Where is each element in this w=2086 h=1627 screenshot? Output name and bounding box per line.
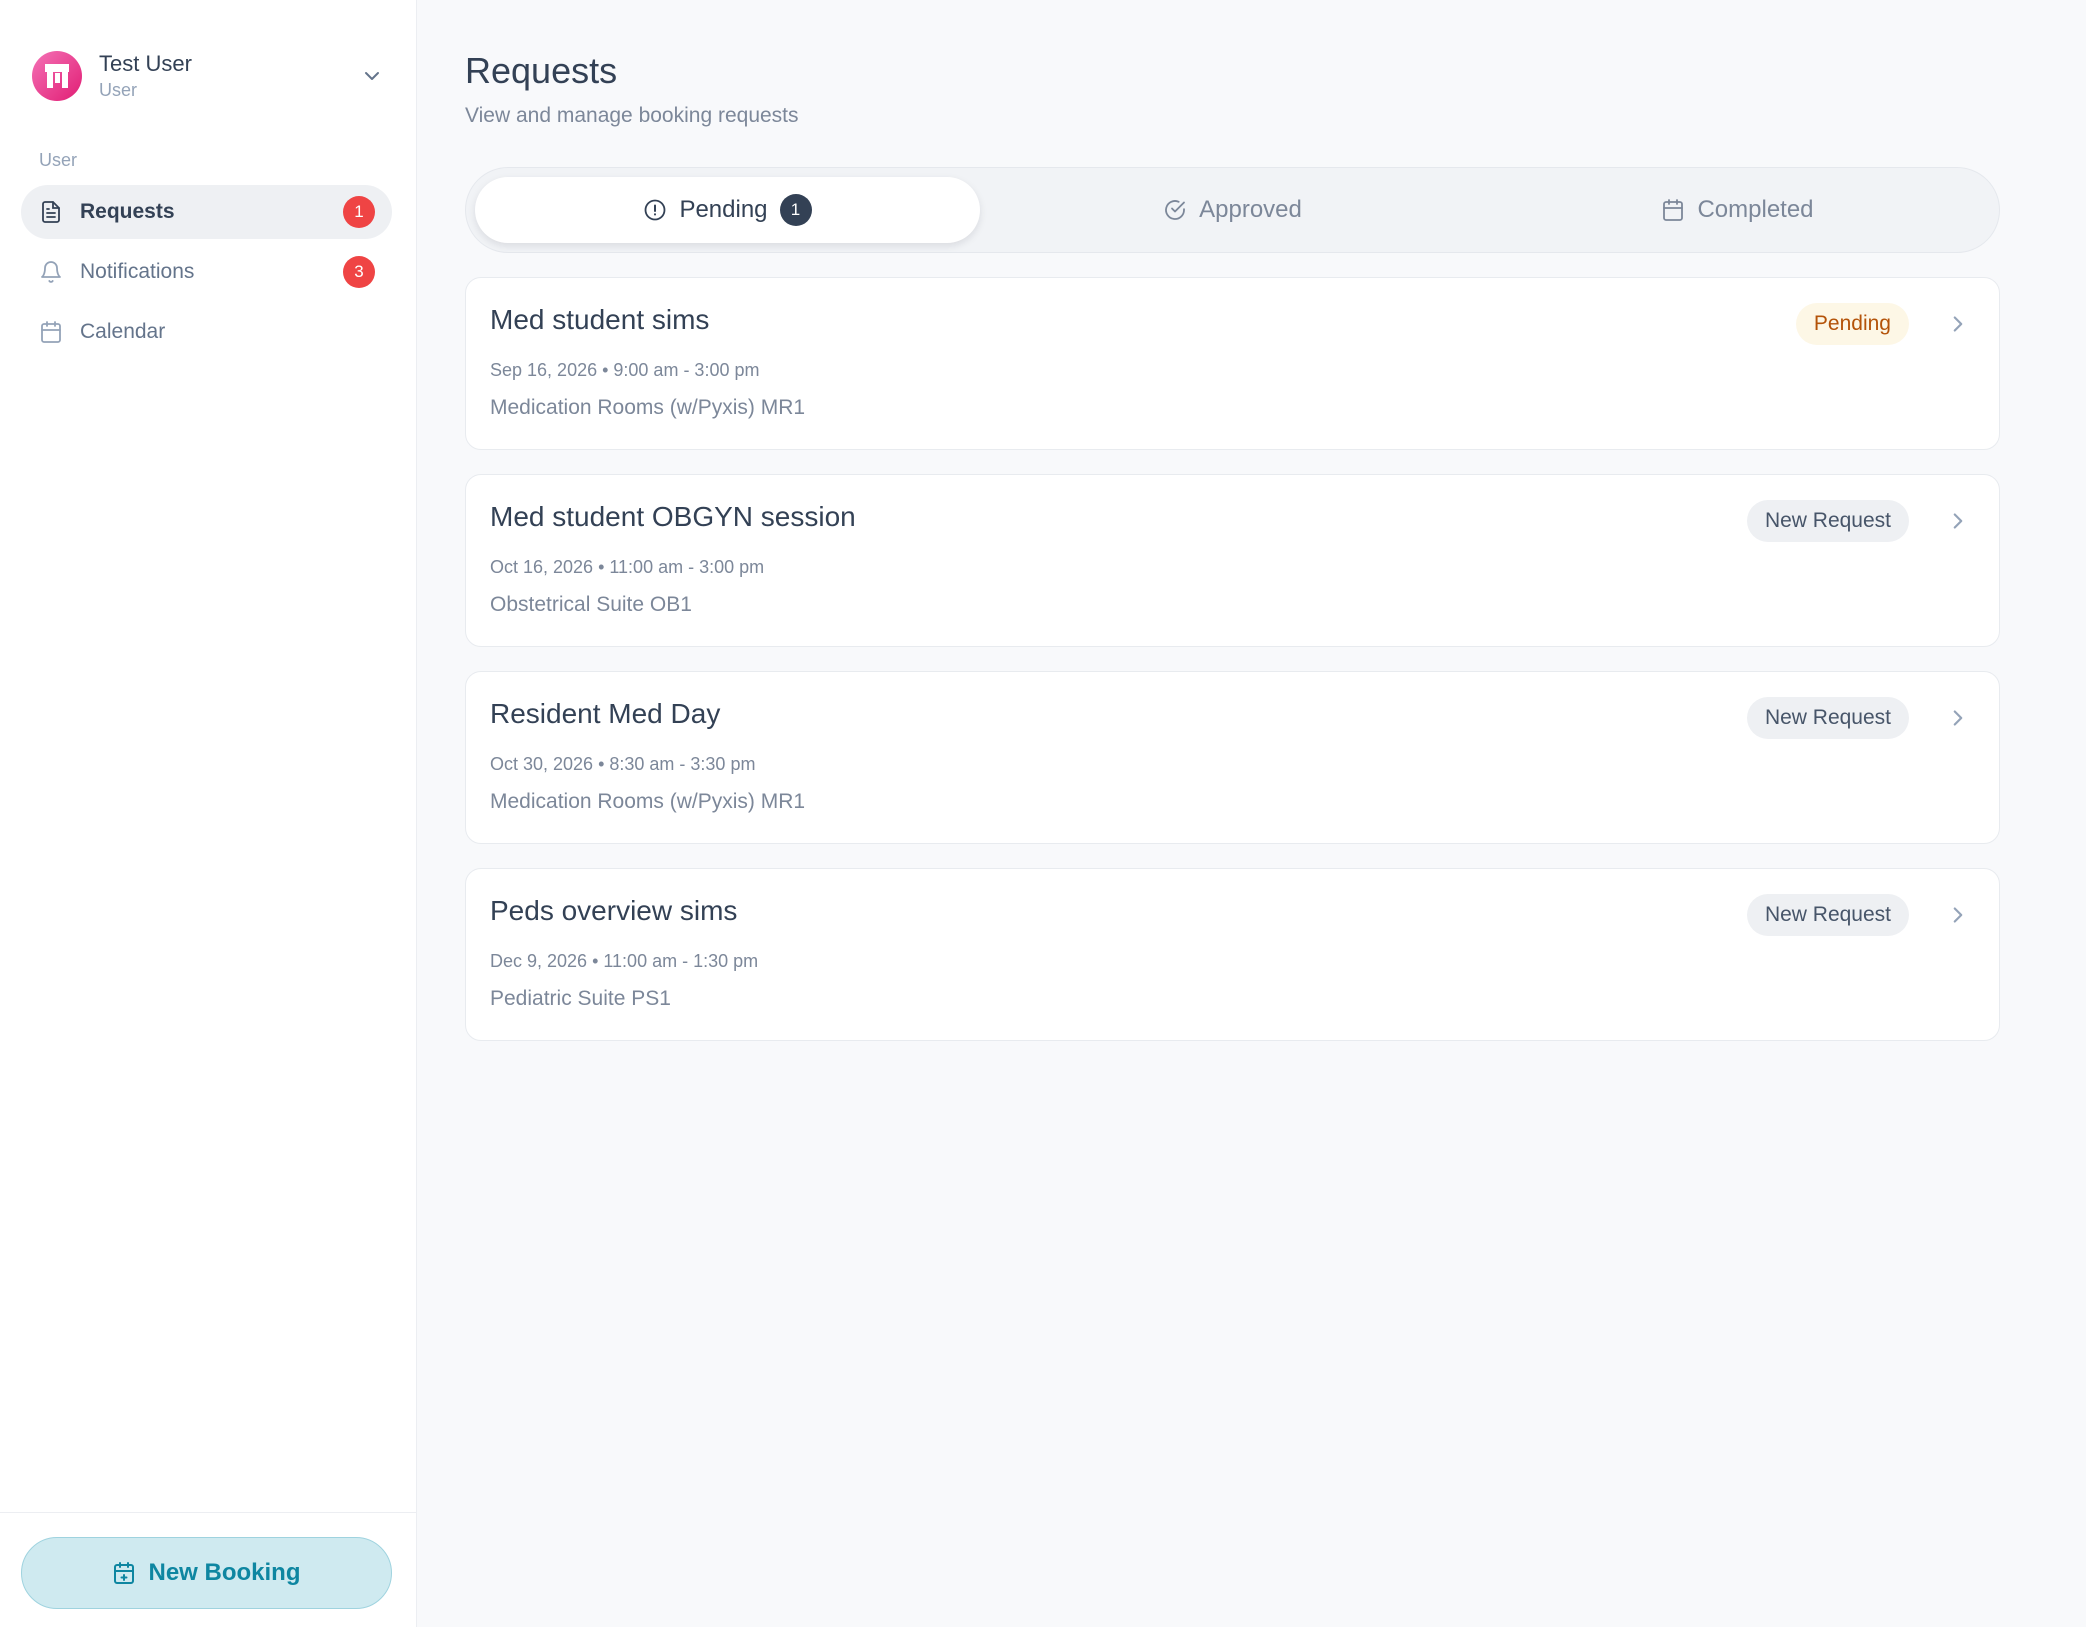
check-circle-icon [1165,200,1186,220]
request-datetime: Oct 30, 2026 • 8:30 am - 3:30 pm [490,754,756,774]
page-subtitle: View and manage booking requests [465,104,799,127]
user-info: Test User User [99,50,360,102]
alert-circle-icon [645,199,666,221]
sidebar-item-notifications[interactable]: Notifications 3 [21,245,392,299]
sidebar-footer: New Booking [0,1512,416,1627]
bell-icon [41,261,61,283]
tab-approved[interactable]: Approved [980,177,1485,243]
sidebar-item-label: Calendar [80,320,166,343]
request-location: Medication Rooms (w/Pyxis) MR1 [490,396,806,419]
status-badge: New Request [1746,894,1909,936]
request-card[interactable]: Resident Med Day Oct 30, 2026 • 8:30 am … [465,671,2000,844]
page-title: Requests [465,50,618,91]
logo-icon [45,64,69,88]
request-datetime: Oct 16, 2026 • 11:00 am - 3:00 pm [490,557,765,577]
request-datetime: Sep 16, 2026 • 9:00 am - 3:00 pm [490,360,760,380]
new-booking-label: New Booking [148,1559,301,1586]
chevron-right-icon[interactable] [1945,705,1971,731]
chevron-right-icon[interactable] [1945,508,1971,534]
user-name: Test User [99,51,192,76]
request-title: Med student sims [490,304,710,335]
file-text-icon [42,201,60,223]
sidebar-item-label: Requests [80,200,175,223]
request-datetime: Dec 9, 2026 • 11:00 am - 1:30 pm [490,951,759,971]
chevron-right-icon[interactable] [1945,311,1971,337]
requests-count-badge: 1 [343,196,375,228]
tab-completed[interactable]: Completed [1485,177,1990,243]
sidebar-item-label: Notifications [80,260,195,283]
avatar [32,51,82,101]
calendar-icon [41,321,61,343]
status-badge: Pending [1795,303,1909,345]
request-title: Med student OBGYN session [490,501,856,532]
tab-pending[interactable]: Pending 1 [475,177,980,243]
calendar-plus-icon [114,1562,135,1584]
tab-label: Approved [1199,196,1302,223]
request-card[interactable]: Peds overview sims Dec 9, 2026 • 11:00 a… [465,868,2000,1041]
user-menu[interactable]: Test User User [32,48,384,104]
request-card[interactable]: Med student OBGYN session Oct 16, 2026 •… [465,474,2000,647]
request-location: Medication Rooms (w/Pyxis) MR1 [490,790,806,813]
sidebar: Test User User User Requests 1 Notificat… [0,0,417,1627]
sidebar-item-requests[interactable]: Requests 1 [21,185,392,239]
status-badge: New Request [1746,697,1909,739]
tab-label: Pending [679,196,768,223]
request-title: Resident Med Day [490,698,721,729]
tab-label: Completed [1697,196,1814,223]
status-badge: New Request [1746,500,1909,542]
request-title: Peds overview sims [490,895,738,926]
user-role: User [99,80,138,100]
calendar-icon [1663,199,1684,221]
chevron-down-icon[interactable] [360,64,384,88]
request-card[interactable]: Med student sims Sep 16, 2026 • 9:00 am … [465,277,2000,450]
chevron-right-icon[interactable] [1945,902,1971,928]
notifications-count-badge: 3 [343,256,375,288]
request-location: Obstetrical Suite OB1 [490,593,692,616]
sidebar-item-calendar[interactable]: Calendar [21,305,392,359]
new-booking-button[interactable]: New Booking [21,1537,392,1609]
request-location: Pediatric Suite PS1 [490,987,671,1010]
sidebar-section-label: User [39,150,78,170]
pending-count-badge: 1 [779,194,812,226]
status-tabs: Pending 1 Approved Completed [465,167,2000,253]
main-content: Requests View and manage booking request… [417,0,2086,1627]
